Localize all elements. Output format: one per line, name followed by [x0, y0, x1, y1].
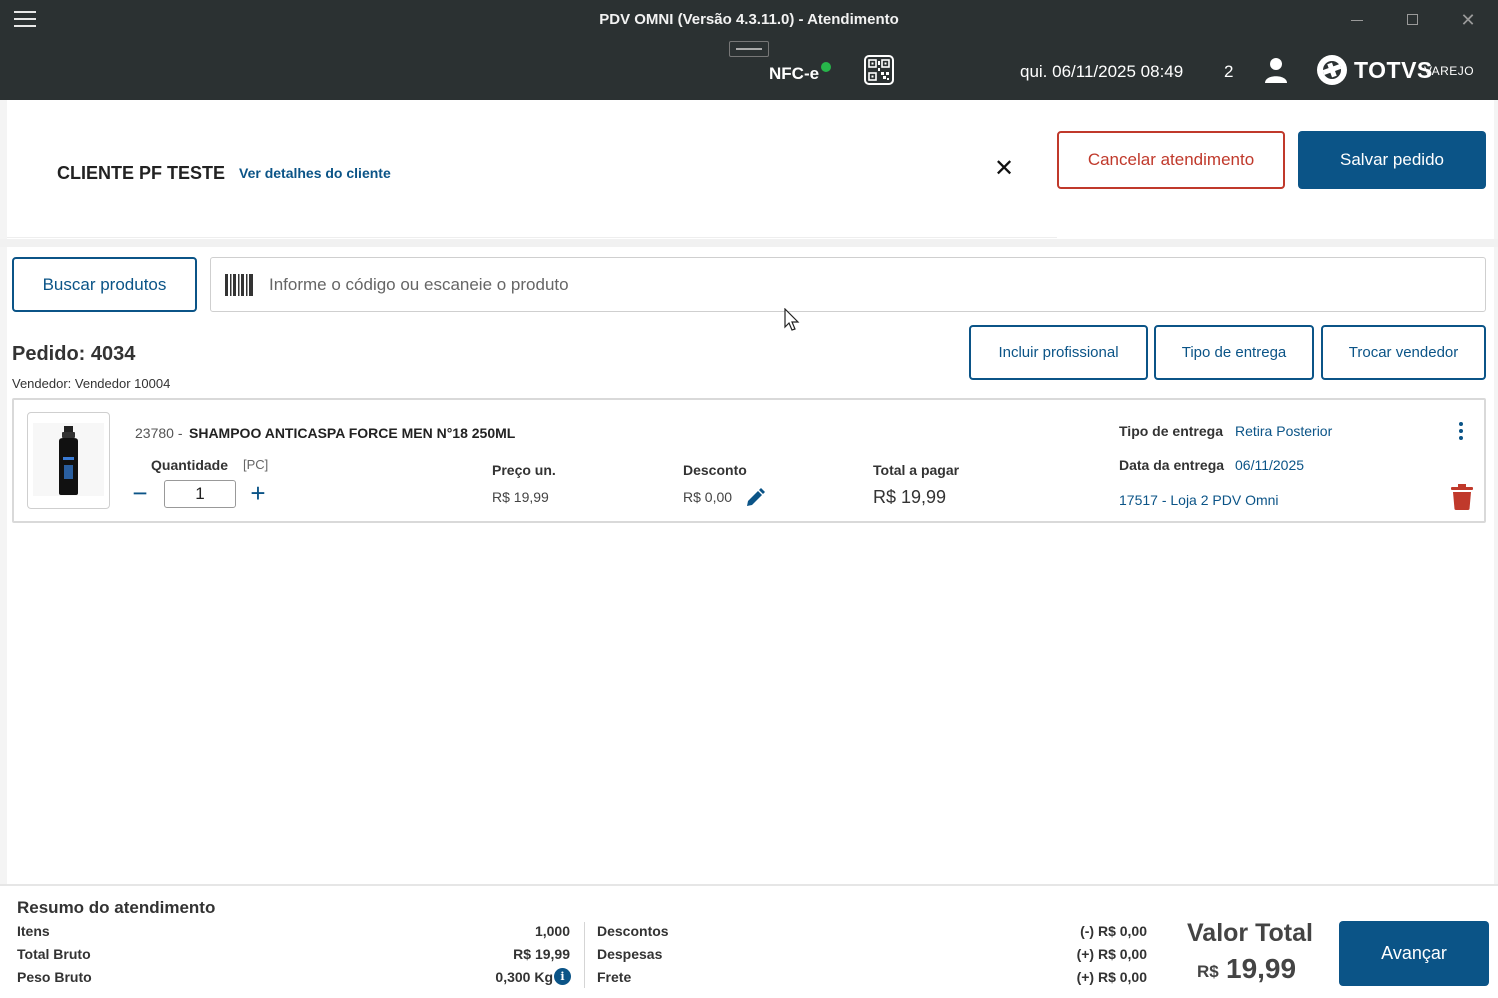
gross-total-label: Total Bruto	[17, 946, 91, 962]
summary-divider	[584, 922, 585, 988]
gross-total-value: R$ 19,99	[513, 946, 570, 962]
more-options-icon[interactable]	[1452, 420, 1470, 444]
increase-quantity-icon[interactable]: +	[247, 478, 269, 508]
date-time: qui. 06/11/2025 08:49	[1020, 62, 1184, 81]
product-search-box	[210, 257, 1486, 312]
quantity-unit: [PC]	[243, 457, 269, 472]
discount-label: Desconto	[683, 462, 747, 478]
item-total-value: R$ 19,99	[873, 487, 947, 507]
info-icon[interactable]: i	[554, 968, 571, 985]
brand-subtitle: VAREJO	[1424, 64, 1475, 78]
order-seller: Vendedor: Vendedor 10004	[12, 376, 171, 391]
product-code: 23780 -	[135, 425, 183, 441]
gross-weight-value: 0,300 Kg	[495, 969, 553, 985]
freight-label: Frete	[597, 969, 632, 985]
store-link[interactable]: 17517 - Loja 2 PDV Omni	[1119, 492, 1279, 508]
quantity-input[interactable]	[164, 480, 236, 508]
user-icon[interactable]	[1264, 57, 1288, 83]
change-seller-button[interactable]: Trocar vendedor	[1321, 325, 1486, 380]
advance-button[interactable]: Avançar	[1339, 921, 1489, 986]
freight-value: (+) R$ 0,00	[1076, 969, 1147, 985]
mouse-cursor-icon	[784, 307, 800, 332]
save-order-button[interactable]: Salvar pedido	[1298, 131, 1486, 189]
client-name: CLIENTE PF TESTE	[57, 163, 226, 183]
total-value-label: Valor Total	[1187, 919, 1313, 947]
close-window-icon[interactable]: ✕	[1453, 8, 1483, 32]
discount-value: R$ 0,00	[683, 489, 733, 505]
delivery-type-label: Tipo de entrega	[1119, 423, 1223, 439]
nfce-label: NFC-e	[769, 64, 820, 83]
quantity-label: Quantidade	[151, 457, 229, 473]
client-details-link[interactable]: Ver detalhes do cliente	[239, 165, 391, 181]
maximize-icon[interactable]	[1397, 8, 1427, 32]
expenses-value: (+) R$ 0,00	[1076, 946, 1147, 962]
remove-client-icon[interactable]: ✕	[994, 154, 1014, 183]
window-title: PDV OMNI (Versão 4.3.11.0) - Atendimento	[599, 11, 899, 28]
qr-code-icon[interactable]	[864, 55, 894, 85]
delivery-type-value: Retira Posterior	[1235, 423, 1333, 439]
gross-weight-label: Peso Bruto	[17, 969, 92, 985]
queue-counter: 2	[1224, 62, 1234, 81]
product-name: SHAMPOO ANTICASPA FORCE MEN N°18 250ML	[189, 425, 516, 441]
grand-total-value: 19,99	[1226, 953, 1297, 984]
barcode-icon	[225, 274, 253, 296]
unit-price-value: R$ 19,99	[492, 489, 549, 505]
delivery-date-label: Data da entrega	[1119, 457, 1225, 473]
items-label: Itens	[17, 923, 50, 939]
product-thumbnail	[27, 412, 110, 509]
drawer-handle-icon[interactable]	[729, 41, 769, 57]
delivery-type-button[interactable]: Tipo de entrega	[1154, 325, 1314, 380]
unit-price-label: Preço un.	[492, 462, 556, 478]
left-gutter	[0, 100, 7, 884]
expenses-label: Despesas	[597, 946, 663, 962]
nfce-status-icon	[821, 62, 831, 72]
discounts-label: Descontos	[597, 923, 669, 939]
edit-discount-icon[interactable]	[745, 488, 765, 508]
section-divider	[0, 239, 1498, 247]
totvs-logo-icon	[1316, 54, 1348, 86]
minimize-icon[interactable]	[1342, 8, 1372, 32]
cancel-service-button[interactable]: Cancelar atendimento	[1057, 131, 1285, 189]
decrease-quantity-icon[interactable]: −	[129, 478, 151, 508]
trash-icon[interactable]	[1451, 484, 1473, 510]
search-products-button[interactable]: Buscar produtos	[12, 257, 197, 312]
discounts-value: (-) R$ 0,00	[1080, 923, 1147, 939]
header-bar: NFC-e qui. 06/11/2025 08:49 2 TOTVS VARE…	[0, 40, 1498, 100]
brand-name: TOTVS	[1354, 57, 1433, 83]
summary-title: Resumo do atendimento	[17, 898, 216, 917]
delivery-date-value: 06/11/2025	[1235, 457, 1305, 473]
title-bar: PDV OMNI (Versão 4.3.11.0) - Atendimento…	[0, 0, 1498, 40]
total-currency: R$	[1197, 962, 1219, 981]
add-professional-button[interactable]: Incluir profissional	[969, 325, 1148, 380]
product-search-input[interactable]	[269, 258, 1469, 311]
order-title: Pedido: 4034	[12, 343, 136, 365]
total-label: Total a pagar	[873, 462, 960, 478]
items-value: 1,000	[534, 923, 570, 939]
right-gutter	[1494, 100, 1498, 884]
